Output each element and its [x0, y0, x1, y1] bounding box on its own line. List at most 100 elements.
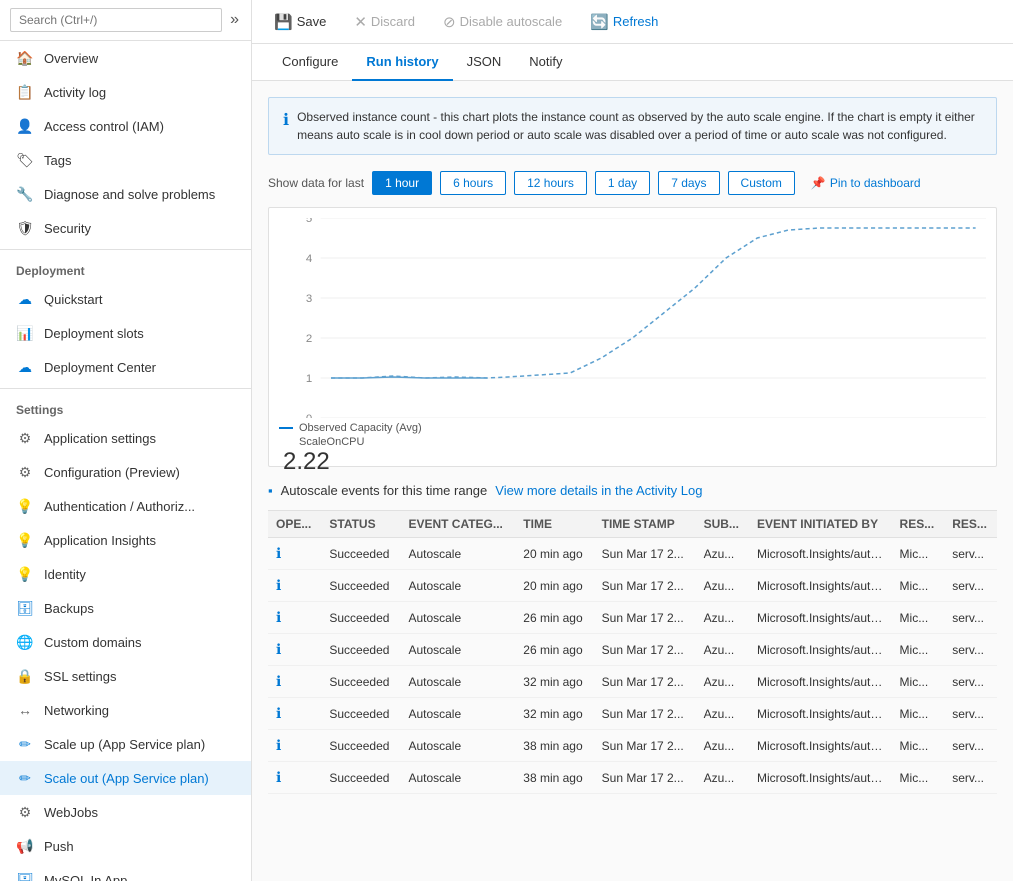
search-input[interactable]	[10, 8, 222, 32]
sidebar-item-overview[interactable]: 🏠 Overview	[0, 41, 251, 75]
toolbar: 💾 Save ✕ Discard ⊘ Disable autoscale 🔄 R…	[252, 0, 1013, 44]
sidebar-item-backups[interactable]: 🗄 Backups	[0, 591, 251, 625]
cell-op: ℹ	[268, 698, 321, 730]
cell-op: ℹ	[268, 570, 321, 602]
time-btn-custom[interactable]: Custom	[728, 171, 795, 195]
tab-run-history[interactable]: Run history	[352, 44, 452, 81]
tab-json[interactable]: JSON	[453, 44, 516, 81]
svg-text:0: 0	[306, 413, 312, 418]
op-icon: ℹ	[276, 577, 281, 593]
svg-text:1: 1	[306, 373, 312, 385]
time-btn-12hours[interactable]: 12 hours	[514, 171, 587, 195]
sidebar-item-access-control[interactable]: 👤 Access control (IAM)	[0, 109, 251, 143]
cell-op: ℹ	[268, 634, 321, 666]
discard-button[interactable]: ✕ Discard	[348, 9, 421, 35]
col-timestamp: TIME STAMP	[594, 511, 696, 538]
cell-time: 20 min ago	[515, 538, 593, 570]
sidebar-item-ssl-settings[interactable]: 🔒 SSL settings	[0, 659, 251, 693]
table-header-row: OPE... STATUS EVENT CATEG... TIME TIME S…	[268, 511, 997, 538]
sidebar-item-deployment-center[interactable]: ☁ Deployment Center	[0, 350, 251, 384]
cell-status: Succeeded	[321, 730, 400, 762]
cell-op: ℹ	[268, 762, 321, 794]
op-icon: ℹ	[276, 609, 281, 625]
sidebar-item-auth[interactable]: 💡 Authentication / Authoriz...	[0, 489, 251, 523]
sidebar-item-quickstart[interactable]: ☁ Quickstart	[0, 282, 251, 316]
cell-time: 32 min ago	[515, 698, 593, 730]
cell-category: Autoscale	[400, 762, 515, 794]
sidebar-item-identity[interactable]: 💡 Identity	[0, 557, 251, 591]
backups-icon: 🗄	[16, 599, 34, 617]
col-res1: RES...	[892, 511, 945, 538]
refresh-button[interactable]: 🔄 Refresh	[584, 9, 664, 35]
sidebar-item-diagnose[interactable]: 🔧 Diagnose and solve problems	[0, 177, 251, 211]
table-row[interactable]: ℹ Succeeded Autoscale 26 min ago Sun Mar…	[268, 634, 997, 666]
activity-log-link[interactable]: View more details in the Activity Log	[495, 483, 702, 498]
col-sub: SUB...	[696, 511, 749, 538]
push-icon: 📢	[16, 837, 34, 855]
cell-sub: Azu...	[696, 570, 749, 602]
cell-res1: Mic...	[892, 666, 945, 698]
tab-notify[interactable]: Notify	[515, 44, 576, 81]
sidebar-item-app-insights[interactable]: 💡 Application Insights	[0, 523, 251, 557]
time-btn-6hours[interactable]: 6 hours	[440, 171, 506, 195]
sidebar-item-scale-out[interactable]: ✏ Scale out (App Service plan)	[0, 761, 251, 795]
cell-time: 32 min ago	[515, 666, 593, 698]
events-prefix: Autoscale events for this time range	[281, 483, 488, 498]
table-row[interactable]: ℹ Succeeded Autoscale 38 min ago Sun Mar…	[268, 730, 997, 762]
time-btn-7days[interactable]: 7 days	[658, 171, 719, 195]
table-row[interactable]: ℹ Succeeded Autoscale 32 min ago Sun Mar…	[268, 666, 997, 698]
deployment-center-icon: ☁	[16, 358, 34, 376]
sidebar-item-scale-up[interactable]: ✏ Scale up (App Service plan)	[0, 727, 251, 761]
mysql-icon: 🗄	[16, 871, 34, 881]
sidebar-item-tags[interactable]: 🏷 Tags	[0, 143, 251, 177]
svg-text:4: 4	[306, 253, 312, 265]
cell-time: 38 min ago	[515, 730, 593, 762]
cell-status: Succeeded	[321, 634, 400, 666]
table-row[interactable]: ℹ Succeeded Autoscale 32 min ago Sun Mar…	[268, 698, 997, 730]
events-table: OPE... STATUS EVENT CATEG... TIME TIME S…	[268, 510, 997, 794]
table-row[interactable]: ℹ Succeeded Autoscale 20 min ago Sun Mar…	[268, 570, 997, 602]
table-row[interactable]: ℹ Succeeded Autoscale 26 min ago Sun Mar…	[268, 602, 997, 634]
save-button[interactable]: 💾 Save	[268, 9, 332, 35]
cell-category: Autoscale	[400, 538, 515, 570]
sidebar-item-webjobs[interactable]: ⚙ WebJobs	[0, 795, 251, 829]
cell-res2: serv...	[944, 730, 997, 762]
save-icon: 💾	[274, 13, 293, 31]
sidebar-item-mysql[interactable]: 🗄 MySQL In App	[0, 863, 251, 881]
time-btn-1hour[interactable]: 1 hour	[372, 171, 432, 195]
time-btn-1day[interactable]: 1 day	[595, 171, 650, 195]
sidebar-item-app-settings[interactable]: ⚙ Application settings	[0, 421, 251, 455]
tab-configure[interactable]: Configure	[268, 44, 352, 81]
sidebar-collapse-button[interactable]: »	[228, 9, 241, 31]
op-icon: ℹ	[276, 737, 281, 753]
overview-icon: 🏠	[16, 49, 34, 67]
cell-timestamp: Sun Mar 17 2...	[594, 698, 696, 730]
disable-autoscale-button[interactable]: ⊘ Disable autoscale	[437, 9, 568, 35]
cell-op: ℹ	[268, 602, 321, 634]
security-icon: 🛡	[16, 219, 34, 237]
info-icon: ℹ	[283, 109, 289, 144]
settings-section-label: Settings	[0, 393, 251, 421]
info-banner: ℹ Observed instance count - this chart p…	[268, 97, 997, 155]
chart-svg: 5 4 3 2 1 0 5 PM 5:15 PM 5:30 PM 5:45 PM	[279, 218, 986, 418]
cell-res2: serv...	[944, 698, 997, 730]
table-row[interactable]: ℹ Succeeded Autoscale 20 min ago Sun Mar…	[268, 538, 997, 570]
cell-sub: Azu...	[696, 602, 749, 634]
sidebar-item-deployment-slots[interactable]: 📊 Deployment slots	[0, 316, 251, 350]
cell-status: Succeeded	[321, 666, 400, 698]
cell-timestamp: Sun Mar 17 2...	[594, 730, 696, 762]
sidebar-item-push[interactable]: 📢 Push	[0, 829, 251, 863]
sidebar-item-configuration[interactable]: ⚙ Configuration (Preview)	[0, 455, 251, 489]
cell-status: Succeeded	[321, 762, 400, 794]
sidebar-item-security[interactable]: 🛡 Security	[0, 211, 251, 245]
table-row[interactable]: ℹ Succeeded Autoscale 38 min ago Sun Mar…	[268, 762, 997, 794]
sidebar-item-activity-log[interactable]: 📋 Activity log	[0, 75, 251, 109]
cell-res1: Mic...	[892, 730, 945, 762]
op-icon: ℹ	[276, 673, 281, 689]
sidebar-item-custom-domains[interactable]: 🌐 Custom domains	[0, 625, 251, 659]
sidebar-item-networking[interactable]: ↔ Networking	[0, 693, 251, 727]
pin-to-dashboard-button[interactable]: 📌 Pin to dashboard	[811, 176, 921, 190]
cell-initiator: Microsoft.Insights/autoscale...	[749, 730, 892, 762]
cell-res2: serv...	[944, 538, 997, 570]
cell-res2: serv...	[944, 634, 997, 666]
